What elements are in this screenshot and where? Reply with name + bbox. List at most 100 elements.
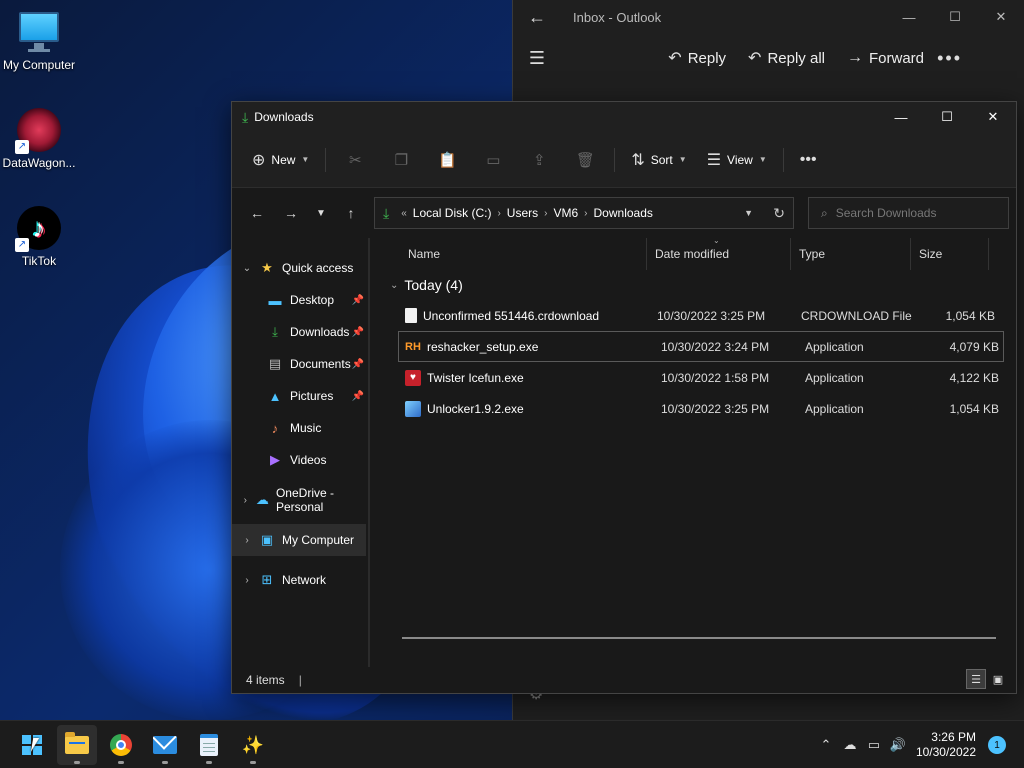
nav-item-desktop[interactable]: ▬ Desktop 📌 bbox=[232, 284, 368, 316]
column-header-size[interactable]: Size bbox=[911, 238, 989, 270]
more-options-icon[interactable]: ••• bbox=[937, 34, 962, 82]
recent-locations-chevron-icon[interactable]: ▼ bbox=[308, 197, 334, 229]
column-header-date[interactable]: ⌄ Date modified bbox=[647, 236, 791, 270]
chevron-up-icon[interactable]: ⌃ bbox=[814, 737, 838, 753]
maximize-button[interactable]: ☐ bbox=[932, 0, 978, 34]
reply-all-label: Reply all bbox=[767, 49, 825, 67]
reply-all-button[interactable]: ↶ Reply all bbox=[748, 48, 825, 68]
breadcrumb-item[interactable]: VM6 bbox=[553, 206, 578, 220]
file-row[interactable]: Unconfirmed 551446.crdownload 10/30/2022… bbox=[398, 300, 1004, 331]
horizontal-scrollbar[interactable] bbox=[402, 637, 996, 639]
volume-icon[interactable]: 🔊 bbox=[886, 737, 910, 753]
desktop-icon-datawagon[interactable]: ↗ DataWagon... bbox=[0, 108, 78, 170]
file-size: 1,054 KB bbox=[949, 401, 999, 416]
rename-icon[interactable]: ▭ bbox=[470, 143, 516, 177]
nav-item-videos[interactable]: ▶ Videos bbox=[232, 444, 368, 476]
breadcrumb-item[interactable]: Downloads bbox=[594, 206, 653, 220]
clock[interactable]: 3:26 PM 10/30/2022 bbox=[910, 730, 988, 760]
chevron-right-icon[interactable]: › bbox=[236, 495, 255, 506]
refresh-icon[interactable]: ↻ bbox=[773, 198, 785, 228]
maximize-button[interactable]: ☐ bbox=[924, 102, 970, 132]
forward-button[interactable]: → Forward bbox=[847, 49, 924, 67]
nav-item-pictures[interactable]: ▲ Pictures 📌 bbox=[232, 380, 368, 412]
nav-item-label: Desktop bbox=[290, 293, 335, 307]
breadcrumb-item[interactable]: Users bbox=[507, 206, 538, 220]
overflow-chevron-icon[interactable]: « bbox=[401, 208, 407, 219]
address-bar[interactable]: ⤓ « Local Disk (C:) › Users › VM6 › Down… bbox=[374, 197, 794, 229]
close-button[interactable]: ✕ bbox=[970, 102, 1016, 132]
file-date: 10/30/2022 1:58 PM bbox=[661, 370, 770, 385]
pane-divider[interactable] bbox=[368, 238, 370, 667]
breadcrumb-item[interactable]: Local Disk (C:) bbox=[413, 206, 492, 220]
file-row[interactable]: RH reshacker_setup.exe 10/30/2022 3:24 P… bbox=[398, 331, 1004, 362]
download-arrow-icon: ⤓ bbox=[242, 108, 249, 125]
nav-item-my-computer[interactable]: › ▣ My Computer bbox=[232, 524, 367, 556]
cloud-icon: ☁ bbox=[255, 492, 269, 507]
nav-item-label: Videos bbox=[290, 453, 327, 467]
cloud-icon[interactable]: ☁ bbox=[838, 737, 862, 753]
nav-item-music[interactable]: ♪ Music bbox=[232, 412, 368, 444]
taskbar-mail[interactable] bbox=[145, 725, 185, 765]
back-arrow-icon[interactable]: ← bbox=[513, 0, 561, 34]
file-row[interactable]: ♥ Twister Icefun.exe 10/30/2022 1:58 PM … bbox=[398, 362, 1004, 393]
command-bar: ⊕ New ▼ ✂ ❐ 📋 ▭ ⇪ 🗑 ⇅ Sort ▼ ☰ View ▼ ••… bbox=[232, 132, 1016, 188]
column-header-name[interactable]: Name bbox=[384, 238, 647, 270]
nav-item-label: Downloads bbox=[290, 325, 350, 339]
details-view-icon[interactable]: ☰ bbox=[966, 669, 986, 689]
delete-icon[interactable]: 🗑 bbox=[562, 143, 608, 177]
chevron-right-icon[interactable]: › bbox=[236, 535, 258, 546]
nav-item-downloads[interactable]: ⤓ Downloads 📌 bbox=[232, 316, 368, 348]
shortcut-arrow-icon: ↗ bbox=[15, 238, 29, 252]
chevron-right-icon[interactable]: › bbox=[497, 208, 500, 219]
up-arrow-icon[interactable]: ↑ bbox=[334, 197, 368, 229]
reply-label: Reply bbox=[687, 49, 727, 67]
more-options-icon: ••• bbox=[799, 150, 817, 168]
nav-item-label: Network bbox=[282, 573, 327, 587]
taskbar-chrome[interactable] bbox=[101, 725, 141, 765]
minimize-button[interactable]: — bbox=[886, 0, 932, 34]
nav-item-network[interactable]: › ⊞ Network bbox=[232, 564, 368, 596]
nav-quick-access[interactable]: ⌄ ★ Quick access bbox=[232, 252, 368, 284]
file-type: CRDOWNLOAD File bbox=[801, 308, 912, 323]
desktop-icon-my-computer[interactable]: My Computer bbox=[0, 10, 78, 72]
share-icon[interactable]: ⇪ bbox=[516, 143, 562, 177]
nav-item-documents[interactable]: ▤ Documents 📌 bbox=[232, 348, 368, 380]
group-header[interactable]: ⌄ Today (4) bbox=[384, 270, 1016, 300]
chevron-right-icon[interactable]: › bbox=[544, 208, 547, 219]
hamburger-menu-icon[interactable]: ☰ bbox=[513, 34, 561, 82]
nav-item-onedrive[interactable]: › ☁ OneDrive - Personal bbox=[232, 484, 368, 516]
network-icon[interactable]: ▭ bbox=[862, 737, 886, 753]
chevron-down-icon[interactable]: ▼ bbox=[744, 198, 753, 228]
search-input[interactable]: ⌕ Search Downloads bbox=[808, 197, 1009, 229]
view-button[interactable]: ☰ View ▼ bbox=[697, 143, 777, 177]
nav-item-label: Documents bbox=[290, 357, 351, 371]
divider bbox=[614, 147, 616, 172]
cut-icon[interactable]: ✂ bbox=[332, 143, 378, 177]
desktop-icon-tiktok[interactable]: ♪ ↗ TikTok bbox=[0, 206, 78, 268]
file-row[interactable]: Unlocker1.9.2.exe 10/30/2022 3:25 PM App… bbox=[398, 393, 1004, 424]
chevron-down-icon: ▼ bbox=[678, 155, 687, 164]
taskbar-file-explorer[interactable] bbox=[57, 725, 97, 765]
reply-button[interactable]: ↶ Reply bbox=[668, 48, 726, 68]
sort-button[interactable]: ⇅ Sort ▼ bbox=[621, 143, 696, 177]
large-icons-view-icon[interactable]: ▣ bbox=[988, 669, 1008, 689]
view-label: View bbox=[727, 152, 753, 167]
chevron-down-icon[interactable]: ⌄ bbox=[236, 263, 258, 274]
taskbar-magic-wand[interactable]: ✨ bbox=[233, 725, 273, 765]
chevron-right-icon[interactable]: › bbox=[584, 208, 587, 219]
new-button[interactable]: ⊕ New ▼ bbox=[242, 143, 319, 177]
explorer-titlebar: ⤓ Downloads — ☐ ✕ bbox=[232, 102, 1016, 132]
close-button[interactable]: ✕ bbox=[978, 0, 1024, 34]
notification-badge[interactable]: 1 bbox=[988, 736, 1006, 754]
taskbar-notepad[interactable] bbox=[189, 725, 229, 765]
chrome-icon bbox=[110, 734, 132, 756]
back-arrow-icon[interactable]: ← bbox=[240, 197, 274, 229]
see-more-button[interactable]: ••• bbox=[790, 143, 827, 177]
chevron-right-icon[interactable]: › bbox=[236, 575, 258, 586]
copy-icon[interactable]: ❐ bbox=[378, 143, 424, 177]
forward-arrow-icon[interactable]: → bbox=[274, 197, 308, 229]
column-header-type[interactable]: Type bbox=[791, 238, 911, 270]
navigation-pane: ⌄ ★ Quick access ▬ Desktop 📌 ⤓ Downloads… bbox=[232, 238, 368, 667]
minimize-button[interactable]: — bbox=[878, 102, 924, 132]
paste-icon[interactable]: 📋 bbox=[424, 143, 470, 177]
